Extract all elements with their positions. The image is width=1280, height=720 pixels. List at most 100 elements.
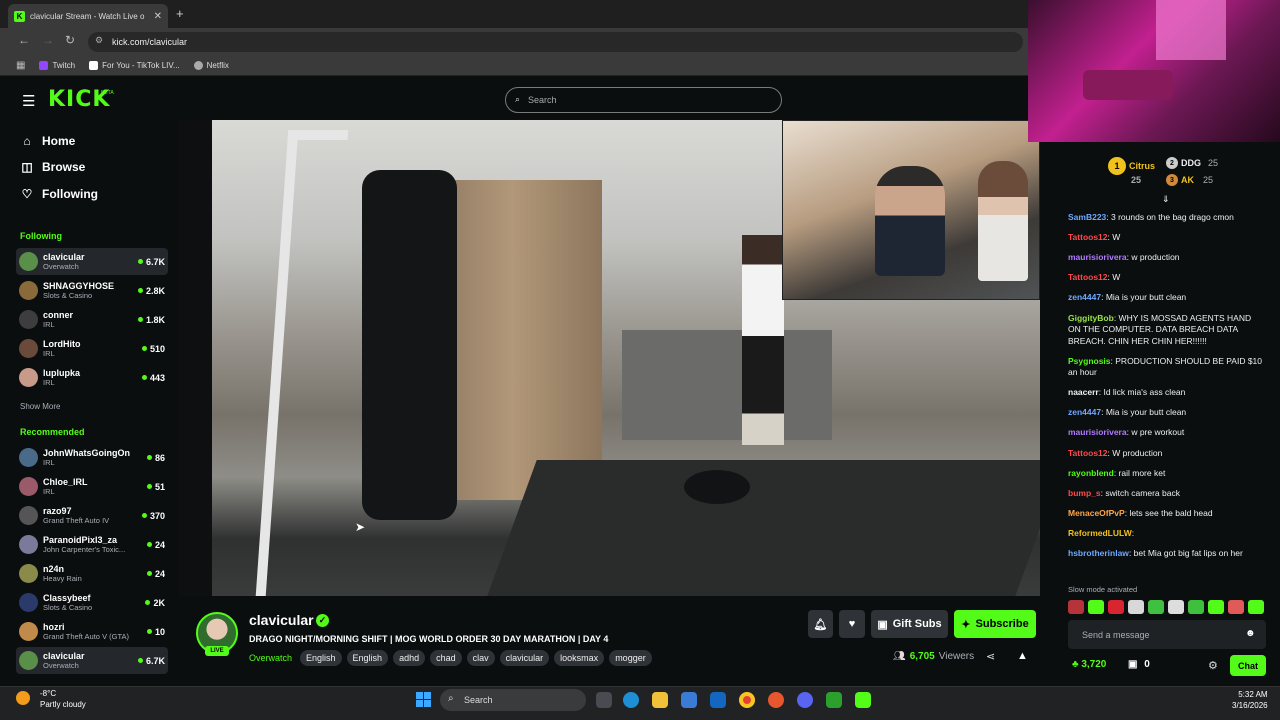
subscribe-button[interactable]: ✦ Subscribe bbox=[954, 610, 1036, 638]
channel-row[interactable]: JohnWhatsGoingOn IRL 86 bbox=[16, 444, 168, 471]
video-player[interactable] bbox=[178, 120, 1040, 596]
tag-chip[interactable]: clav bbox=[466, 650, 495, 666]
site-info-icon[interactable]: ⚙ bbox=[95, 35, 103, 46]
search-input[interactable]: ⌕ Search bbox=[505, 87, 782, 113]
emote-icon[interactable] bbox=[1108, 600, 1124, 614]
nav-following[interactable]: ♡ Following bbox=[20, 187, 98, 201]
chat-username[interactable]: zen4447 bbox=[1068, 292, 1101, 302]
kicks-balance[interactable]: ♣ 3,720 bbox=[1072, 659, 1106, 670]
tab-close-icon[interactable]: ✕ bbox=[154, 11, 162, 22]
live-dot-icon bbox=[145, 600, 151, 605]
back-icon[interactable]: ← bbox=[18, 33, 30, 47]
emote-icon[interactable] bbox=[1208, 600, 1224, 614]
store-icon[interactable] bbox=[681, 692, 697, 708]
chat-username[interactable]: GiggityBob bbox=[1068, 313, 1114, 323]
discord-icon[interactable] bbox=[797, 692, 813, 708]
outlook-icon[interactable] bbox=[710, 692, 726, 708]
channel-row[interactable]: Classybeef Slots & Casino 2K bbox=[16, 589, 168, 616]
channel-name[interactable]: clavicular bbox=[249, 612, 314, 628]
chat-username[interactable]: Psygnosis bbox=[1068, 356, 1111, 366]
channel-row[interactable]: razo97 Grand Theft Auto IV 370 bbox=[16, 502, 168, 529]
chrome-icon[interactable] bbox=[739, 692, 755, 708]
bookmark-netflix[interactable]: Netflix bbox=[193, 61, 229, 70]
chat-input[interactable]: Send a message bbox=[1068, 620, 1266, 649]
chat-username[interactable]: Tattoos12 bbox=[1068, 232, 1108, 242]
chat-username[interactable]: rayonblend bbox=[1068, 468, 1114, 478]
channel-row[interactable]: ParanoidPixl3_za John Carpenter's Toxic..… bbox=[16, 531, 168, 558]
channel-row[interactable]: SHNAGGYHOSE Slots & Casino 2.8K bbox=[16, 277, 168, 304]
chat-send-button[interactable]: Chat bbox=[1230, 655, 1266, 676]
nav-home[interactable]: ⌂ Home bbox=[20, 134, 75, 148]
report-icon[interactable]: ▲ bbox=[1017, 650, 1028, 662]
weather-widget[interactable]: -8°C Partly cloudy bbox=[16, 688, 86, 710]
system-clock[interactable]: 5:32 AM 3/16/2026 bbox=[1232, 689, 1268, 711]
emote-icon[interactable] bbox=[1068, 600, 1084, 614]
channel-row[interactable]: conner IRL 1.8K bbox=[16, 306, 168, 333]
xbox-icon[interactable] bbox=[826, 692, 842, 708]
category-link[interactable]: Overwatch bbox=[249, 653, 292, 663]
channel-row[interactable]: Chloe_IRL IRL 51 bbox=[16, 473, 168, 500]
emote-icon[interactable] bbox=[1228, 600, 1244, 614]
share-icon[interactable]: ⋖ bbox=[986, 650, 995, 663]
live-dot-icon bbox=[146, 542, 152, 547]
forward-icon[interactable]: → bbox=[42, 33, 54, 47]
chat-username[interactable]: hsbrotherinlaw bbox=[1068, 548, 1129, 558]
channel-row[interactable]: LordHito IRL 510 bbox=[16, 335, 168, 362]
edge-icon[interactable] bbox=[623, 692, 639, 708]
channel-row[interactable]: luplupka IRL 443 bbox=[16, 364, 168, 391]
chat-username[interactable]: naacerr bbox=[1068, 387, 1099, 397]
apps-grid-icon[interactable]: ▦ bbox=[16, 60, 25, 71]
chat-settings-icon[interactable]: ⚙ bbox=[1208, 659, 1218, 672]
nav-browse[interactable]: ◫ Browse bbox=[20, 160, 85, 174]
chat-username[interactable]: bump_s bbox=[1068, 488, 1101, 498]
chat-username[interactable]: maurisiorivera bbox=[1068, 427, 1127, 437]
channel-name: razo97 bbox=[43, 506, 72, 516]
channel-row[interactable]: clavicular Overwatch 6.7K bbox=[16, 647, 168, 674]
gift-subs-button[interactable]: ▣ Gift Subs bbox=[871, 610, 948, 638]
emote-icon[interactable] bbox=[1148, 600, 1164, 614]
bookmark-twitch[interactable]: Twitch bbox=[39, 61, 75, 70]
windows-start-icon[interactable] bbox=[416, 692, 432, 708]
tag-chip[interactable]: mogger bbox=[609, 650, 652, 666]
channel-row[interactable]: hozri Grand Theft Auto V (GTA) 10 bbox=[16, 618, 168, 645]
channel-row[interactable]: n24n Heavy Rain 24 bbox=[16, 560, 168, 587]
emoji-picker-icon[interactable]: ☻ bbox=[1245, 628, 1256, 639]
tag-chip[interactable]: adhd bbox=[393, 650, 426, 666]
emote-icon[interactable] bbox=[1128, 600, 1144, 614]
gift-count[interactable]: ▣ 0 bbox=[1128, 659, 1150, 670]
emote-icon[interactable] bbox=[1088, 600, 1104, 614]
show-more-link[interactable]: Show More bbox=[20, 402, 60, 411]
task-view-icon[interactable] bbox=[596, 692, 612, 708]
chat-username[interactable]: SamB223 bbox=[1068, 212, 1106, 222]
emote-icon[interactable] bbox=[1168, 600, 1184, 614]
chat-username[interactable]: Tattoos12 bbox=[1068, 448, 1108, 458]
tag-chip[interactable]: English bbox=[346, 650, 389, 666]
channel-row[interactable]: clavicular Overwatch 6.7K bbox=[16, 248, 168, 275]
chat-username[interactable]: zen4447 bbox=[1068, 407, 1101, 417]
notification-bell-button[interactable]: 🔔︎ bbox=[808, 610, 833, 638]
reload-icon[interactable]: ↻ bbox=[65, 33, 75, 47]
tag-chip[interactable]: clavicular bbox=[499, 650, 550, 666]
follow-heart-button[interactable]: ♥ bbox=[839, 610, 865, 638]
chat-username[interactable]: MenaceOfPvP bbox=[1068, 508, 1125, 518]
tag-chip[interactable]: chad bbox=[430, 650, 462, 666]
video-speed-bag-base bbox=[684, 470, 750, 504]
bookmark-tiktok[interactable]: For You - TikTok LIV... bbox=[89, 61, 180, 70]
tag-chip[interactable]: looksmax bbox=[554, 650, 605, 666]
chat-username[interactable]: ReformedLULW bbox=[1068, 528, 1132, 538]
emote-icon[interactable] bbox=[1188, 600, 1204, 614]
menu-icon[interactable]: ☰ bbox=[22, 92, 35, 110]
pin-icon[interactable]: ⇓ bbox=[1162, 194, 1170, 205]
new-tab-button[interactable]: + bbox=[176, 6, 184, 21]
emote-icon[interactable] bbox=[1248, 600, 1264, 614]
file-explorer-icon[interactable] bbox=[652, 692, 668, 708]
url-field[interactable]: ⚙ kick.com/clavicular bbox=[88, 32, 1023, 52]
tag-chip[interactable]: English bbox=[300, 650, 342, 666]
browser-tab[interactable]: K clavicular Stream - Watch Live o ✕ bbox=[8, 4, 168, 28]
viewer-count: 2K bbox=[145, 598, 165, 608]
brave-icon[interactable] bbox=[768, 692, 784, 708]
chat-username[interactable]: Tattoos12 bbox=[1068, 272, 1108, 282]
chat-username[interactable]: maurisiorivera bbox=[1068, 252, 1127, 262]
taskbar-search[interactable]: ⌕ Search bbox=[440, 689, 586, 711]
kick-app-icon[interactable] bbox=[855, 692, 871, 708]
